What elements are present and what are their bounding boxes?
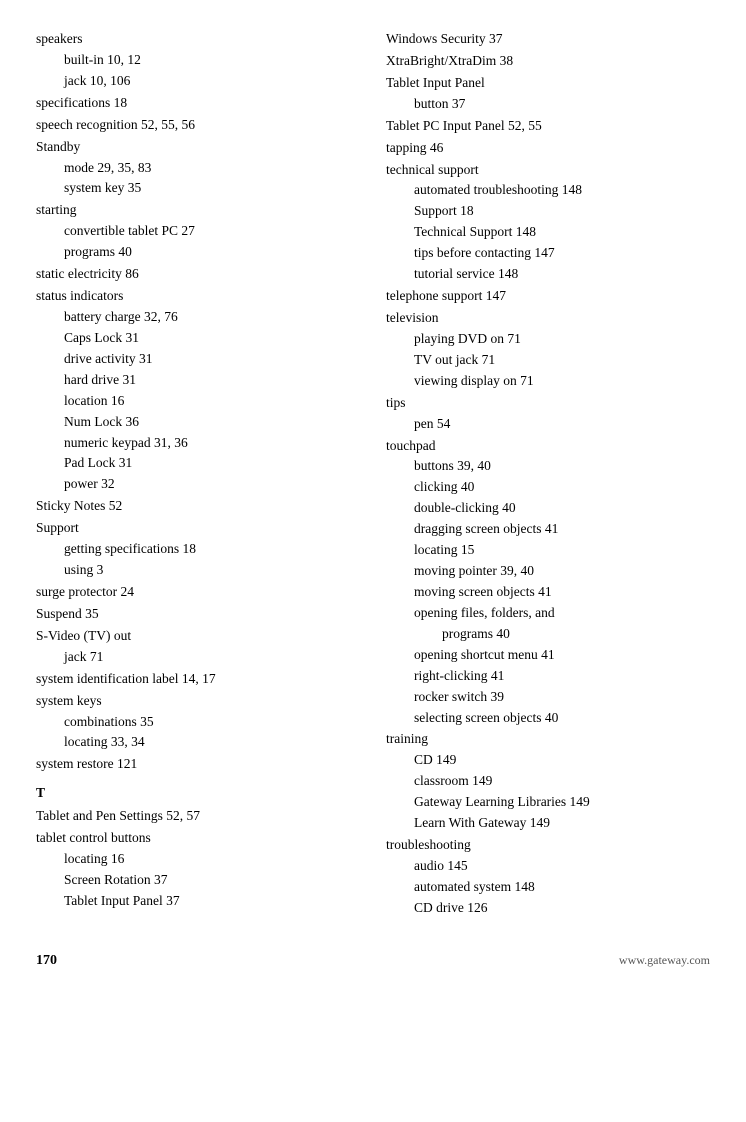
index-entry: system restore 121 xyxy=(36,754,368,775)
index-entry: dragging screen objects 41 xyxy=(386,519,710,540)
index-entry: troubleshooting xyxy=(386,835,710,856)
index-entry: television xyxy=(386,308,710,329)
index-entry: clicking 40 xyxy=(386,477,710,498)
index-entry: Tablet and Pen Settings 52, 57 xyxy=(36,806,368,827)
index-entry: moving screen objects 41 xyxy=(386,582,710,603)
index-entry: S-Video (TV) out xyxy=(36,626,368,647)
index-entry: tips xyxy=(386,393,710,414)
index-entry: tapping 46 xyxy=(386,138,710,159)
index-entry: Tablet Input Panel xyxy=(386,73,710,94)
index-entry: hard drive 31 xyxy=(36,370,368,391)
index-entry: drive activity 31 xyxy=(36,349,368,370)
index-entry: tablet control buttons xyxy=(36,828,368,849)
page-footer: 170 www.gateway.com xyxy=(36,949,710,969)
right-column: Windows Security 37XtraBright/XtraDim 38… xyxy=(386,28,710,919)
index-entry: tutorial service 148 xyxy=(386,264,710,285)
index-entry: system identification label 14, 17 xyxy=(36,669,368,690)
index-entry: mode 29, 35, 83 xyxy=(36,158,368,179)
page-number: 170 xyxy=(36,953,57,969)
index-entry: CD 149 xyxy=(386,750,710,771)
index-entry: Learn With Gateway 149 xyxy=(386,813,710,834)
index-entry: power 32 xyxy=(36,474,368,495)
index-entry: Support 18 xyxy=(386,201,710,222)
index-entry: automated troubleshooting 148 xyxy=(386,180,710,201)
index-entry: XtraBright/XtraDim 38 xyxy=(386,51,710,72)
index-entry: numeric keypad 31, 36 xyxy=(36,433,368,454)
index-entry: system keys xyxy=(36,691,368,712)
index-entry: location 16 xyxy=(36,391,368,412)
index-entry: getting specifications 18 xyxy=(36,539,368,560)
index-entry: starting xyxy=(36,200,368,221)
index-entry: locating 33, 34 xyxy=(36,732,368,753)
index-entry: Windows Security 37 xyxy=(386,29,710,50)
index-entry: moving pointer 39, 40 xyxy=(386,561,710,582)
index-entry: specifications 18 xyxy=(36,93,368,114)
index-entry: static electricity 86 xyxy=(36,264,368,285)
index-entry: Support xyxy=(36,518,368,539)
index-entry: built-in 10, 12 xyxy=(36,50,368,71)
index-entry: Gateway Learning Libraries 149 xyxy=(386,792,710,813)
index-entry: playing DVD on 71 xyxy=(386,329,710,350)
index-entry: touchpad xyxy=(386,436,710,457)
index-entry: buttons 39, 40 xyxy=(386,456,710,477)
index-entry: automated system 148 xyxy=(386,877,710,898)
index-entry: tips before contacting 147 xyxy=(386,243,710,264)
index-entry: status indicators xyxy=(36,286,368,307)
index-entry: Standby xyxy=(36,137,368,158)
index-entry: TV out jack 71 xyxy=(386,350,710,371)
index-entry: CD drive 126 xyxy=(386,898,710,919)
section-letter: T xyxy=(36,783,368,804)
index-entry: opening files, folders, and xyxy=(386,603,710,624)
index-entry: surge protector 24 xyxy=(36,582,368,603)
index-entry: speakers xyxy=(36,29,368,50)
index-entry: locating 15 xyxy=(386,540,710,561)
index-entry: Screen Rotation 37 xyxy=(36,870,368,891)
index-entry: Sticky Notes 52 xyxy=(36,496,368,517)
index-entry: classroom 149 xyxy=(386,771,710,792)
index-entry: opening shortcut menu 41 xyxy=(386,645,710,666)
index-entry: pen 54 xyxy=(386,414,710,435)
index-entry: audio 145 xyxy=(386,856,710,877)
index-entry: right-clicking 41 xyxy=(386,666,710,687)
index-entry: Suspend 35 xyxy=(36,604,368,625)
index-entry: combinations 35 xyxy=(36,712,368,733)
index-entry: Num Lock 36 xyxy=(36,412,368,433)
index-entry: Caps Lock 31 xyxy=(36,328,368,349)
index-entry: training xyxy=(386,729,710,750)
index-entry: convertible tablet PC 27 xyxy=(36,221,368,242)
index-entry: system key 35 xyxy=(36,178,368,199)
index-entry: using 3 xyxy=(36,560,368,581)
index-entry: rocker switch 39 xyxy=(386,687,710,708)
index-entry: button 37 xyxy=(386,94,710,115)
index-entry: technical support xyxy=(386,160,710,181)
index-entry: Tablet PC Input Panel 52, 55 xyxy=(386,116,710,137)
index-entry: speech recognition 52, 55, 56 xyxy=(36,115,368,136)
index-entry: double-clicking 40 xyxy=(386,498,710,519)
index-entry: jack 10, 106 xyxy=(36,71,368,92)
index-entry: viewing display on 71 xyxy=(386,371,710,392)
website-url: www.gateway.com xyxy=(619,953,710,968)
index-entry: battery charge 32, 76 xyxy=(36,307,368,328)
index-entry: Pad Lock 31 xyxy=(36,453,368,474)
index-entry: Tablet Input Panel 37 xyxy=(36,891,368,912)
index-entry: Technical Support 148 xyxy=(386,222,710,243)
page-content: speakersbuilt-in 10, 12jack 10, 106speci… xyxy=(36,28,710,919)
index-entry: locating 16 xyxy=(36,849,368,870)
index-entry: programs 40 xyxy=(386,624,710,645)
index-entry: telephone support 147 xyxy=(386,286,710,307)
index-entry: jack 71 xyxy=(36,647,368,668)
left-column: speakersbuilt-in 10, 12jack 10, 106speci… xyxy=(36,28,386,919)
index-entry: programs 40 xyxy=(36,242,368,263)
index-entry: selecting screen objects 40 xyxy=(386,708,710,729)
